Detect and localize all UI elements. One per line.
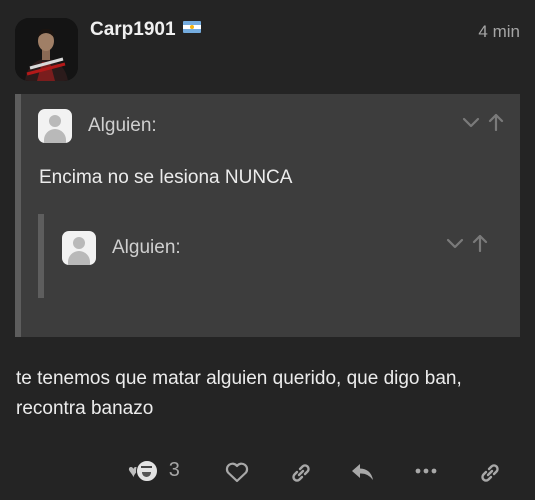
reactions-summary[interactable]: ♥ 3 (128, 459, 180, 482)
nested-expand-chevron-down-icon[interactable] (446, 234, 464, 252)
nested-quote-controls (446, 234, 488, 252)
nested-quote-avatar (62, 231, 96, 265)
share-link-icon[interactable] (477, 461, 503, 485)
go-to-quoted-arrow-up-icon[interactable] (488, 113, 504, 131)
quote-header: Alguien: (38, 109, 157, 143)
like-heart-icon[interactable] (224, 460, 250, 484)
nested-go-to-quoted-arrow-up-icon[interactable] (472, 234, 488, 252)
post: Carp1901 4 min Alguien: Encima no se les… (0, 0, 535, 500)
nested-quote-header: Alguien: (62, 231, 181, 265)
reply-icon[interactable] (349, 460, 377, 484)
quote-text: Encima no se lesiona NUNCA (39, 167, 293, 188)
username[interactable]: Carp1901 (90, 19, 201, 41)
nested-quote-block: Alguien: (38, 214, 502, 298)
nested-quote-author: Alguien: (112, 237, 181, 258)
user-avatar[interactable] (15, 18, 78, 81)
quote-avatar (38, 109, 72, 143)
post-timestamp[interactable]: 4 min (478, 22, 520, 42)
post-actions: ♥ 3 (0, 455, 535, 491)
argentina-flag-icon (182, 21, 201, 33)
quote-block: Alguien: Encima no se lesiona NUNCA Algu… (15, 94, 520, 337)
more-icon[interactable] (414, 461, 438, 481)
post-body-text: te tenemos que matar alguien querido, qu… (16, 368, 462, 419)
quote-author: Alguien: (88, 115, 157, 136)
quote-controls (462, 113, 504, 131)
laugh-icon (135, 459, 158, 482)
expand-chevron-down-icon[interactable] (462, 113, 480, 131)
copy-link-icon[interactable] (288, 461, 314, 485)
username-text[interactable]: Carp1901 (90, 19, 176, 41)
reaction-count: 3 (168, 459, 180, 481)
